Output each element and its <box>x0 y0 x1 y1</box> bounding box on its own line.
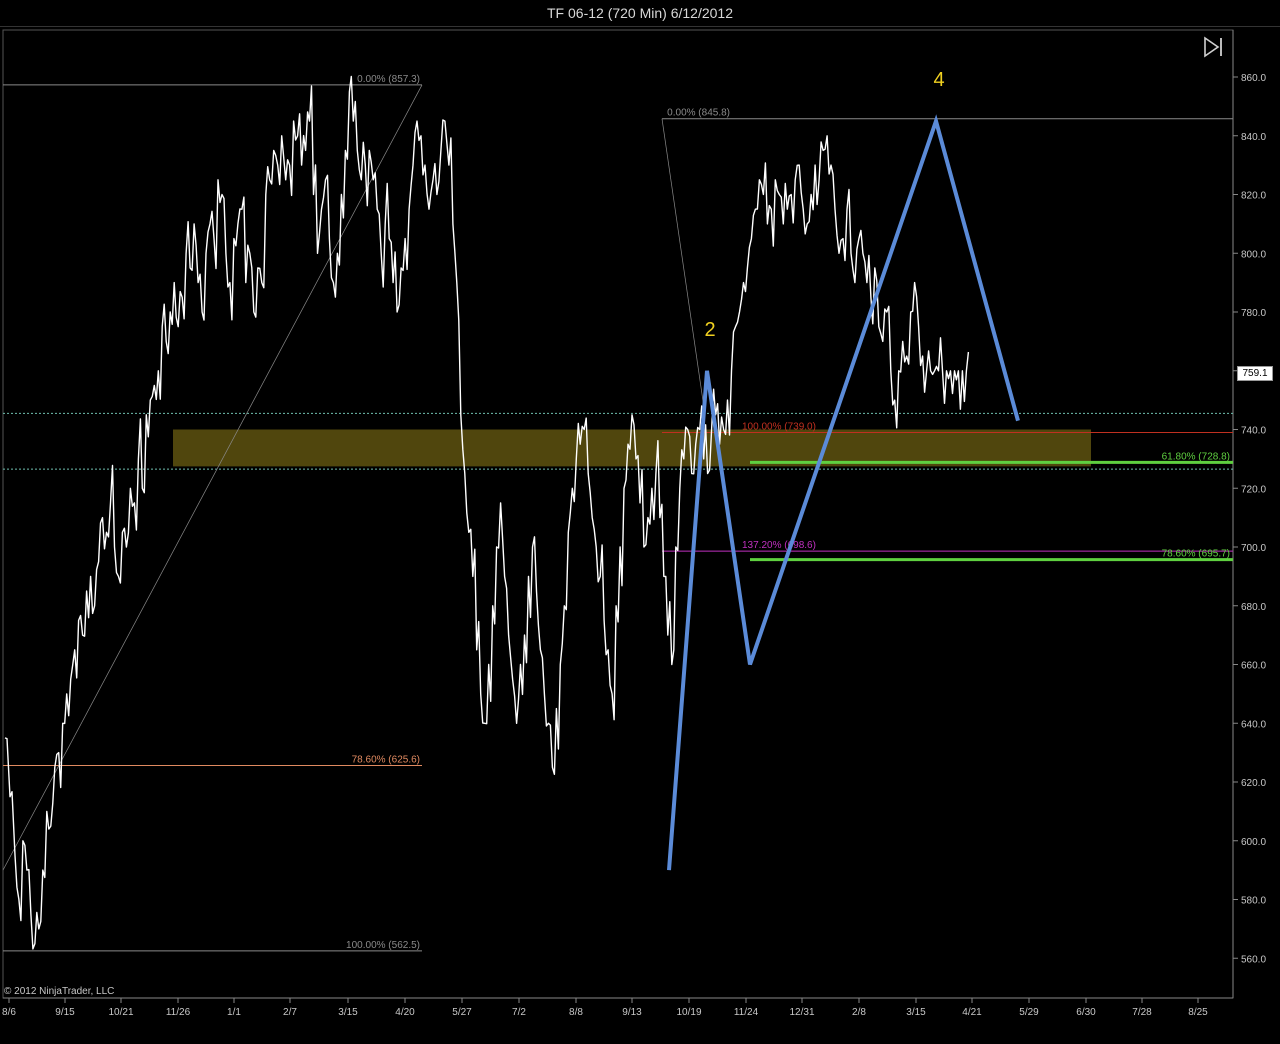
x-tick-label: 3/15 <box>906 1007 926 1018</box>
y-tick-label: 840.0 <box>1241 132 1266 143</box>
y-tick-label: 600.0 <box>1241 837 1266 848</box>
y-tick-label: 580.0 <box>1241 896 1266 907</box>
fib-level-label: 100.00% (739.0) <box>742 421 816 432</box>
x-tick-label: 1/1 <box>227 1007 241 1018</box>
x-tick-label: 3/15 <box>338 1007 358 1018</box>
y-tick-label: 560.0 <box>1241 954 1266 965</box>
x-tick-label: 2/8 <box>852 1007 866 1018</box>
fib-anchor-line <box>661 118 706 415</box>
fib-level-label: 61.80% (728.8) <box>1162 451 1230 462</box>
x-tick-label: 9/13 <box>622 1007 642 1018</box>
x-tick-label: 12/31 <box>789 1007 814 1018</box>
fib-level-label: 137.20% (698.6) <box>742 540 816 551</box>
wave-label-4: 4 <box>933 69 944 91</box>
fib-level-label: 78.60% (695.7) <box>1162 549 1230 560</box>
x-tick-label: 8/25 <box>1188 1007 1208 1018</box>
x-tick-label: 10/19 <box>676 1007 701 1018</box>
x-tick-label: 5/27 <box>452 1007 472 1018</box>
x-tick-label: 8/6 <box>2 1007 16 1018</box>
fib-level-label: 100.00% (562.5) <box>346 940 420 951</box>
elliott-wave-line <box>667 114 1020 871</box>
wave-label-2: 2 <box>704 319 715 341</box>
copyright-notice: © 2012 NinjaTrader, LLC <box>4 986 115 997</box>
x-tick-label: 8/8 <box>569 1007 583 1018</box>
y-tick-label: 620.0 <box>1241 778 1266 789</box>
x-tick-label: 11/26 <box>166 1007 191 1018</box>
support-zone <box>173 429 1091 467</box>
x-tick-label: 5/29 <box>1019 1007 1039 1018</box>
x-tick-label: 7/2 <box>512 1007 526 1018</box>
y-tick-label: 640.0 <box>1241 719 1266 730</box>
x-tick-label: 2/7 <box>283 1007 297 1018</box>
price-series-line <box>4 75 970 950</box>
current-price-tag: 759.1 <box>1237 366 1273 381</box>
x-tick-label: 11/24 <box>734 1007 759 1018</box>
x-tick-label: 10/21 <box>108 1007 133 1018</box>
y-tick-label: 700.0 <box>1241 543 1266 554</box>
plot-frame <box>2 29 1234 999</box>
y-tick-label: 680.0 <box>1241 602 1266 613</box>
fib-anchor-line <box>2 84 423 871</box>
y-tick-label: 660.0 <box>1241 661 1266 672</box>
x-tick-label: 4/21 <box>962 1007 982 1018</box>
fib-level-label: 0.00% (845.8) <box>667 108 730 119</box>
y-tick-label: 780.0 <box>1241 308 1266 319</box>
y-tick-label: 720.0 <box>1241 484 1266 495</box>
skip-to-end-icon[interactable] <box>1202 36 1224 58</box>
x-tick-label: 7/28 <box>1132 1007 1152 1018</box>
fib-level-label: 0.00% (857.3) <box>357 74 420 85</box>
y-tick-label: 800.0 <box>1241 249 1266 260</box>
y-tick-label: 860.0 <box>1241 73 1266 84</box>
x-tick-label: 6/30 <box>1076 1007 1096 1018</box>
x-tick-label: 9/15 <box>55 1007 75 1018</box>
price-chart[interactable]: 0.00% (857.3) 0.00% (845.8) 100.00% (739.0… <box>0 0 1280 1044</box>
x-tick-label: 4/20 <box>395 1007 415 1018</box>
fib-level-label: 78.60% (625.6) <box>352 755 420 766</box>
y-tick-label: 820.0 <box>1241 191 1266 202</box>
y-tick-label: 740.0 <box>1241 426 1266 437</box>
